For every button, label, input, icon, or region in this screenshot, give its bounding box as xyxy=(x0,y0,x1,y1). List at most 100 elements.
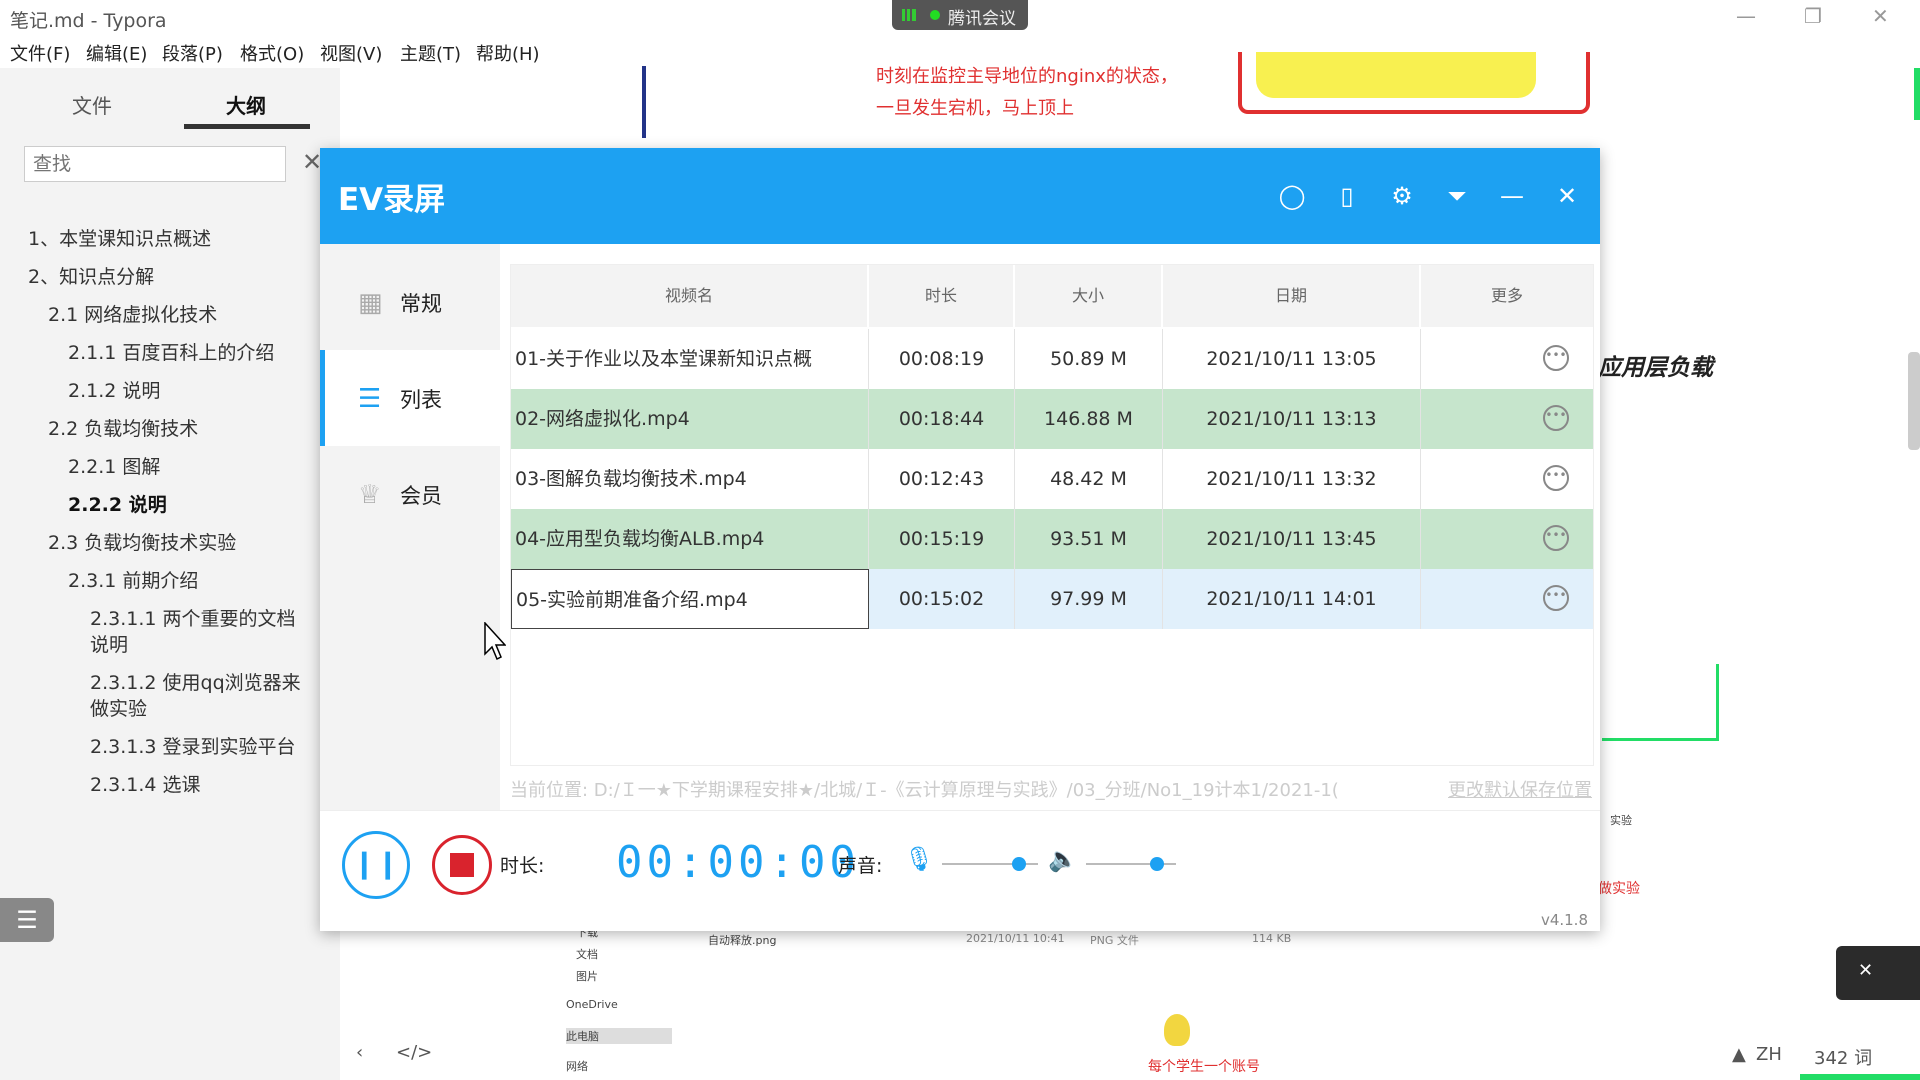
outline-item[interactable]: 2.3.1 前期介绍 xyxy=(68,568,198,594)
mic-muted-icon[interactable]: ✕ xyxy=(1858,960,1873,981)
menu-view[interactable]: 视图(V) xyxy=(320,40,382,66)
cell-size: 50.89 M xyxy=(1015,329,1163,389)
col-header-more: 更多 xyxy=(1421,265,1593,327)
table-row[interactable]: 04-应用型负载均衡ALB.mp4 00:15:19 93.51 M 2021/… xyxy=(511,509,1593,569)
outline-item[interactable]: 2.1.1 百度百科上的介绍 xyxy=(68,340,274,366)
status-dot-icon xyxy=(930,10,940,20)
outline-item[interactable]: 2、知识点分解 xyxy=(28,264,154,290)
explorer-item: 图片 xyxy=(576,970,598,983)
gear-icon[interactable]: ⚙ xyxy=(1384,178,1420,214)
table-row[interactable]: 02-网络虚拟化.mp4 00:18:44 146.88 M 2021/10/1… xyxy=(511,389,1593,449)
outline-item[interactable]: 2.1 网络虚拟化技术 xyxy=(48,302,217,328)
menu-help[interactable]: 帮助(H) xyxy=(476,40,540,66)
cell-name[interactable]: 01-关于作业以及本堂课新知识点概述.mp4 xyxy=(511,329,869,430)
more-icon[interactable]: ••• xyxy=(1543,345,1569,371)
ev-sidebar: ▦ 常规 ☰ 列表 ♕ 会员 xyxy=(320,244,500,834)
user-icon[interactable]: ◯ xyxy=(1274,178,1310,214)
outline-toggle-icon[interactable]: ☰ xyxy=(0,898,54,942)
minimize-icon[interactable]: — xyxy=(1494,178,1530,214)
ev-control-bar: ❙❙ 时长: 00:00:00 声音: 🎙 🔈 v4.1.8 xyxy=(320,810,1600,931)
doc-highlight-box xyxy=(1238,52,1590,114)
cell-date: 2021/10/11 13:05 xyxy=(1163,329,1421,389)
source-code-icon[interactable]: </> xyxy=(396,1042,432,1063)
outline-item-active[interactable]: 2.2.2 说明 xyxy=(68,492,167,518)
table-row-selected[interactable]: 05-实验前期准备介绍.mp4 00:15:02 97.99 M 2021/10… xyxy=(511,569,1593,629)
tab-underline xyxy=(184,124,310,129)
ev-recorder-window: EV录屏 ◯ ▯ ⚙ ⏷ — ✕ ▦ 常规 ☰ 列表 ♕ 会员 视频名 时长 大… xyxy=(320,148,1600,931)
cell-duration: 00:15:02 xyxy=(869,569,1015,629)
cell-duration: 00:15:19 xyxy=(869,509,1015,569)
minimize-icon[interactable]: — xyxy=(1736,4,1756,28)
ev-title: EV录屏 xyxy=(338,182,446,218)
nav-general[interactable]: ▦ 常规 xyxy=(320,254,500,350)
speaker-icon[interactable]: 🔈 xyxy=(1048,845,1078,873)
file-type: PNG 文件 xyxy=(1090,934,1139,947)
outline-item[interactable]: 2.2 负载均衡技术 xyxy=(48,416,198,442)
cell-name[interactable]: 03-图解负载均衡技术.mp4 xyxy=(511,449,869,509)
more-icon[interactable]: ••• xyxy=(1543,405,1569,431)
word-count[interactable]: 342 词 xyxy=(1814,1044,1872,1070)
pause-button[interactable]: ❙❙ xyxy=(342,831,410,899)
mic-volume-knob[interactable] xyxy=(1012,857,1026,871)
typora-statusbar: ‹ </> ▲ ZH 342 词 xyxy=(340,1030,1920,1080)
signal-icon xyxy=(902,9,916,21)
sound-label: 声音: xyxy=(838,855,883,877)
nav-list[interactable]: ☰ 列表 xyxy=(320,350,500,446)
collapse-icon[interactable]: ⏷ xyxy=(1439,178,1475,214)
stop-icon xyxy=(450,853,474,877)
scrollbar-thumb[interactable] xyxy=(1908,352,1920,450)
restore-icon[interactable]: ❐ xyxy=(1804,4,1822,28)
mobile-icon[interactable]: ▯ xyxy=(1329,178,1365,214)
doc-note: 一旦发生宕机，马上顶上 xyxy=(876,98,1074,119)
tab-outline[interactable]: 大纲 xyxy=(226,90,266,119)
stop-button[interactable] xyxy=(432,835,492,895)
outline-item[interactable]: 2.3.1.1 两个重要的文档说明 xyxy=(90,606,310,658)
outline-item[interactable]: 2.3.1.3 登录到实验平台 xyxy=(90,734,296,760)
menu-theme[interactable]: 主题(T) xyxy=(400,40,461,66)
nav-label: 列表 xyxy=(400,388,442,412)
cell-name[interactable]: 02-网络虚拟化.mp4 xyxy=(511,389,869,449)
menu-paragraph[interactable]: 段落(P) xyxy=(162,40,223,66)
outline-item[interactable]: 2.1.2 说明 xyxy=(68,378,160,404)
nav-member[interactable]: ♕ 会员 xyxy=(320,446,500,542)
outline-item[interactable]: 2.2.1 图解 xyxy=(68,454,160,480)
change-save-location-link[interactable]: 更改默认保存位置 xyxy=(1448,776,1592,802)
more-icon[interactable]: ••• xyxy=(1543,465,1569,491)
speaker-volume-knob[interactable] xyxy=(1150,857,1164,871)
col-header-date[interactable]: 日期 xyxy=(1163,265,1421,327)
cell-size: 97.99 M xyxy=(1015,569,1163,629)
close-icon[interactable]: ✕ xyxy=(1872,4,1889,28)
table-row[interactable]: 03-图解负载均衡技术.mp4 00:12:43 48.42 M 2021/10… xyxy=(511,449,1593,509)
outline-item[interactable]: 2.3.1.2 使用qq浏览器来做实验 xyxy=(90,670,316,722)
lang-indicator[interactable]: ZH xyxy=(1756,1044,1782,1065)
menu-format[interactable]: 格式(O) xyxy=(240,40,304,66)
more-icon[interactable]: ••• xyxy=(1543,585,1569,611)
cell-date: 2021/10/11 13:32 xyxy=(1163,449,1421,509)
more-icon[interactable]: ••• xyxy=(1543,525,1569,551)
menu-edit[interactable]: 编辑(E) xyxy=(86,40,147,66)
meeting-indicator[interactable]: 腾讯会议 xyxy=(892,0,1028,30)
meeting-label: 腾讯会议 xyxy=(948,9,1016,29)
outline-item[interactable]: 2.3.1.4 选课 xyxy=(90,772,201,798)
col-header-size[interactable]: 大小 xyxy=(1015,265,1163,327)
save-path-text: 当前位置: D:/Ｉ一★下学期课程安排★/北城/Ｉ-《云计算原理与实践》/03_… xyxy=(510,780,1339,801)
table-row[interactable]: 01-关于作业以及本堂课新知识点概述.mp4 00:08:19 50.89 M … xyxy=(511,329,1593,430)
tab-files[interactable]: 文件 xyxy=(72,90,112,119)
chevron-left-icon[interactable]: ‹ xyxy=(356,1042,363,1063)
explorer-item: 文档 xyxy=(576,948,598,961)
close-icon[interactable]: ✕ xyxy=(1549,178,1585,214)
col-header-name[interactable]: 视频名 xyxy=(511,265,869,327)
menu-file[interactable]: 文件(F) xyxy=(10,40,70,66)
outline-item[interactable]: 1、本堂课知识点概述 xyxy=(28,226,211,252)
col-header-duration[interactable]: 时长 xyxy=(869,265,1015,327)
meeting-mic-toolbar[interactable]: ✕ xyxy=(1836,946,1920,1000)
nav-label: 会员 xyxy=(400,484,442,508)
outline-item[interactable]: 2.3 负载均衡技术实验 xyxy=(48,530,236,556)
rename-input[interactable]: 05-实验前期准备介绍.mp4 xyxy=(511,569,869,629)
typora-title: 笔记.md - Typora xyxy=(10,10,167,32)
embedded-window-screenshot xyxy=(1602,664,1719,741)
cell-name[interactable]: 04-应用型负载均衡ALB.mp4 xyxy=(511,509,869,569)
microphone-icon[interactable]: 🎙 xyxy=(904,845,934,873)
doc-side-text: 实验 xyxy=(1610,814,1632,827)
search-input[interactable] xyxy=(24,146,286,182)
